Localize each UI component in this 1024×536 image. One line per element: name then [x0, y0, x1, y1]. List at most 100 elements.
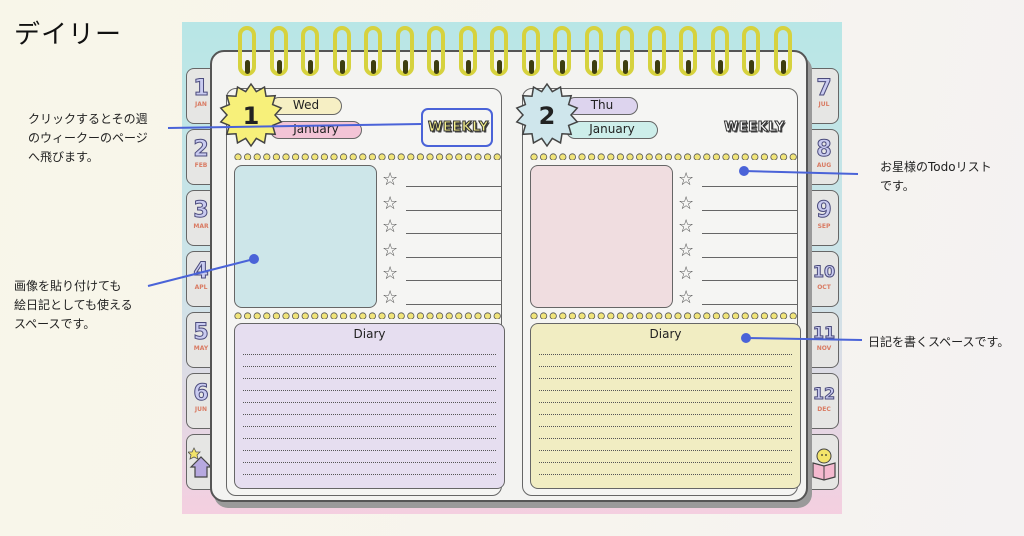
star-icon[interactable]: ☆ [382, 170, 398, 190]
todo-item[interactable]: ☆ [678, 170, 798, 192]
todo-line [702, 303, 798, 305]
todo-item[interactable]: ☆ [678, 264, 798, 286]
month-tab-sep[interactable]: 9 SEP [809, 190, 839, 246]
note-todo-list: お星様のTodoリスト です。 [880, 160, 992, 193]
binder-ring [427, 26, 445, 76]
todo-line [406, 209, 502, 211]
todo-item[interactable]: ☆ [678, 193, 798, 216]
binder-ring [742, 26, 760, 76]
todo-line [702, 233, 798, 234]
star-icon[interactable]: ☆ [678, 240, 694, 261]
todo-line [702, 280, 798, 281]
month-tab-number: 12 [812, 384, 836, 404]
weekly-highlight-box [421, 108, 493, 147]
month-tab-label: AUG [816, 162, 832, 169]
diary-area[interactable]: Diary [530, 323, 801, 489]
binder-ring [521, 26, 540, 76]
diary-label: Diary [353, 327, 386, 341]
dot-divider [234, 153, 501, 160]
star-icon[interactable]: ☆ [678, 264, 694, 284]
binder-ring [332, 26, 351, 76]
weekly-link[interactable]: WEEKLY [724, 120, 785, 136]
month-tab-nov[interactable]: 11 NOV [809, 312, 839, 368]
binder-ring [616, 26, 634, 76]
diary-rule [539, 354, 792, 355]
star-icon[interactable]: ☆ [382, 217, 398, 237]
photo-area[interactable] [234, 165, 377, 308]
binder-ring [458, 26, 477, 76]
month-tab-label: DEC [817, 406, 831, 413]
photo-area[interactable] [530, 165, 673, 308]
diary-rule [539, 366, 792, 367]
binder-ring [364, 26, 382, 76]
diary-rule [243, 426, 496, 427]
diary-rule [539, 426, 792, 427]
binder-ring [710, 26, 729, 76]
book-tab[interactable] [809, 434, 839, 490]
binder-ring [238, 26, 256, 76]
binder-ring [395, 26, 414, 76]
binder-ring [647, 26, 666, 76]
todo-line [406, 233, 502, 234]
binder-ring [490, 26, 508, 76]
diary-rule [243, 378, 496, 379]
dot-divider [530, 153, 797, 160]
diary-area[interactable]: Diary [234, 323, 505, 489]
star-icon[interactable]: ☆ [678, 217, 694, 237]
note-image-area: 画像を貼り付けても 絵日記としても使える スペースです。 [14, 279, 133, 331]
todo-item[interactable]: ☆ [678, 287, 798, 310]
binder-ring [269, 26, 288, 76]
month-tab-jul[interactable]: 7 JUL [809, 68, 839, 124]
diary-rule [539, 390, 792, 391]
todo-line [702, 256, 798, 258]
diary-rule [539, 462, 792, 463]
star-icon[interactable]: ☆ [382, 240, 398, 261]
diary-rule [539, 414, 792, 415]
binder-ring [584, 26, 603, 76]
month-tab-dec[interactable]: 12 DEC [809, 373, 839, 429]
diary-rule [243, 366, 496, 367]
binder-ring [553, 26, 571, 76]
todo-line [406, 303, 502, 305]
star-icon[interactable]: ☆ [678, 170, 694, 190]
month-tab-number: 7 [816, 76, 832, 101]
todo-line [406, 256, 502, 258]
month-tab-aug[interactable]: 8 AUG [809, 129, 839, 185]
todo-item[interactable]: ☆ [678, 240, 798, 263]
day-number: 2 [539, 102, 556, 130]
note-weekly-link: クリックするとその週 のウィークーのページ へ飛びます。 [28, 112, 148, 164]
star-icon[interactable]: ☆ [382, 193, 398, 214]
star-icon[interactable]: ☆ [678, 193, 694, 214]
diary-rule [539, 438, 792, 439]
todo-line [702, 186, 798, 187]
todo-item[interactable]: ☆ [382, 217, 502, 239]
todo-item[interactable]: ☆ [382, 170, 502, 192]
day-number-badge: 1 [219, 82, 283, 148]
star-icon[interactable]: ☆ [382, 287, 398, 308]
diary-rule [243, 474, 496, 475]
diary-rule [243, 414, 496, 415]
todo-item[interactable]: ☆ [382, 240, 502, 263]
month-tab-label: OCT [817, 284, 831, 291]
binder-ring [301, 26, 319, 76]
star-icon[interactable]: ☆ [382, 264, 398, 284]
month-tab-number: 9 [816, 198, 832, 223]
todo-item[interactable]: ☆ [678, 217, 798, 239]
day-number-badge: 2 [515, 82, 579, 148]
todo-item[interactable]: ☆ [382, 287, 502, 310]
diary-rule [243, 402, 496, 403]
month-tab-label: NOV [816, 345, 832, 352]
binder-ring [679, 26, 697, 76]
diary-rule [243, 354, 496, 355]
todo-item[interactable]: ☆ [382, 193, 502, 216]
star-icon[interactable]: ☆ [678, 287, 694, 308]
dot-divider [530, 312, 797, 319]
todo-item[interactable]: ☆ [382, 264, 502, 286]
month-tab-number: 10 [812, 262, 836, 282]
diary-rule [243, 450, 496, 451]
dot-divider [234, 312, 501, 319]
month-tab-oct[interactable]: 10 OCT [809, 251, 839, 307]
diary-rule [243, 438, 496, 439]
diary-rule [539, 402, 792, 403]
diary-rule [243, 390, 496, 391]
